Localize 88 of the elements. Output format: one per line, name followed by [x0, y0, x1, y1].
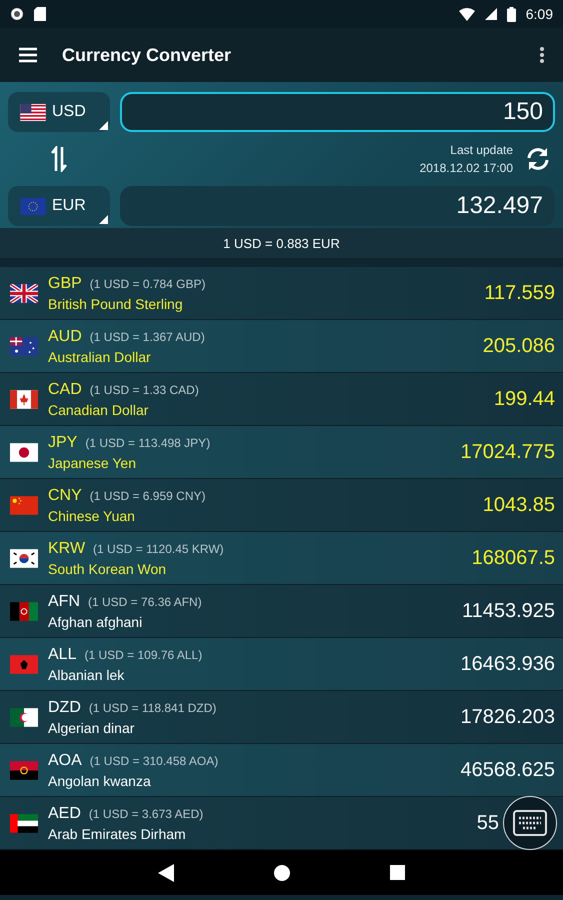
circle-icon — [10, 7, 24, 21]
home-icon[interactable] — [274, 864, 290, 880]
exchange-rate: 1 USD = 0.883 EUR — [0, 228, 563, 258]
currency-name: Australian Dollar — [48, 348, 152, 364]
last-update-time: 2018.12.02 17:00 — [420, 161, 513, 175]
currency-name: South Korean Won — [48, 560, 168, 576]
converted-amount: 17024.775 — [460, 440, 555, 464]
currency-code: CNY — [48, 486, 82, 504]
currency-row[interactable]: KRW (1 USD = 1120.45 KRW) South Korean Won 168067.5 — [0, 532, 563, 585]
flag-icon — [10, 602, 38, 620]
back-icon[interactable] — [158, 864, 174, 882]
flag-icon — [10, 548, 38, 568]
flag-icon — [10, 814, 38, 832]
dropdown-corner-icon — [99, 215, 108, 224]
converted-amount: 199.44 — [494, 388, 555, 410]
converted-amount: 55 — [476, 812, 499, 834]
battery-icon — [506, 6, 516, 22]
currency-row[interactable]: GBP (1 USD = 0.784 GBP) British Pound Sterling 117.559 — [0, 267, 563, 320]
currency-row[interactable]: AED (1 USD = 3.673 AED) Arab Emirates Dirham 55 — [0, 797, 563, 850]
signal-icon — [484, 8, 497, 20]
currency-selector[interactable]: USD — [8, 92, 110, 132]
flag-icon — [10, 390, 38, 408]
currency-name: Arab Emirates Dirham — [48, 826, 187, 842]
unit-rate: (1 USD = 1.33 CAD) — [90, 382, 199, 396]
currency-name: Afghan afghani — [48, 614, 144, 630]
unit-rate: (1 USD = 1120.45 KRW) — [93, 542, 224, 556]
amount-field[interactable]: 150 — [120, 92, 555, 132]
flag-icon — [10, 496, 38, 514]
currency-row[interactable]: AFN (1 USD = 76.36 AFN) Afghan afghani 11453.925 — [0, 585, 563, 638]
last-update-label: Last update — [450, 143, 513, 157]
currency-name: Albanian lek — [48, 666, 126, 682]
flag-icon — [10, 760, 38, 780]
flag-icon — [10, 284, 38, 302]
unit-rate: (1 USD = 3.673 AED) — [88, 806, 204, 820]
keyboard-button[interactable] — [503, 796, 557, 850]
converted-amount: 205.086 — [482, 334, 555, 358]
currency-code: KRW — [48, 540, 86, 558]
keyboard-icon — [513, 810, 547, 836]
converted-amount: 168067.5 — [472, 546, 555, 570]
flag-icon — [10, 654, 38, 674]
flag-icon — [20, 104, 46, 120]
unit-rate: (1 USD = 109.76 ALL) — [84, 648, 202, 662]
unit-rate: (1 USD = 118.841 DZD) — [88, 700, 216, 714]
currency-name: Algerian dinar — [48, 720, 136, 736]
currency-row[interactable]: DZD (1 USD = 118.841 DZD) Algerian dinar 17826.203 — [0, 691, 563, 744]
currency-code: AED — [48, 804, 81, 822]
flag-icon — [10, 708, 38, 726]
currency-code: CAD — [48, 380, 82, 398]
currency-code: ALL — [48, 646, 76, 664]
currency-name: Japanese Yen — [48, 454, 137, 470]
currency-name: Angolan kwanza — [48, 772, 152, 788]
unit-rate: (1 USD = 310.458 AOA) — [90, 754, 218, 768]
unit-rate: (1 USD = 113.498 JPY) — [85, 436, 210, 450]
flag-icon — [20, 198, 46, 214]
converted-amount: 117.559 — [484, 282, 555, 304]
amount-field[interactable]: 132.497 — [120, 186, 555, 226]
currency-code: JPY — [48, 434, 78, 452]
unit-rate: (1 USD = 0.784 GBP) — [90, 276, 206, 290]
unit-rate: (1 USD = 76.36 AFN) — [88, 594, 202, 608]
currency-name: British Pound Sterling — [48, 296, 184, 312]
flag-icon — [10, 442, 38, 462]
currency-selector[interactable]: EUR — [8, 186, 110, 226]
currency-code: AFN — [48, 592, 80, 610]
currency-row[interactable]: CAD (1 USD = 1.33 CAD) Canadian Dollar 199.44 — [0, 373, 563, 426]
currency-code: AOA — [48, 752, 82, 770]
currency-row[interactable]: AUD (1 USD = 1.367 AUD) Australian Dollar 205.086 — [0, 320, 563, 373]
dropdown-corner-icon — [99, 121, 108, 130]
sd-card-icon — [34, 7, 46, 21]
wifi-icon — [458, 8, 475, 20]
currency-row[interactable]: JPY (1 USD = 113.498 JPY) Japanese Yen 17024.775 — [0, 426, 563, 479]
currency-code: AUD — [48, 328, 82, 346]
currency-name: Canadian Dollar — [48, 402, 150, 418]
converted-amount: 17826.203 — [460, 706, 555, 728]
currency-name: Chinese Yuan — [48, 508, 136, 524]
converted-amount: 11453.925 — [462, 600, 555, 622]
clock: 6:09 — [526, 6, 553, 22]
unit-rate: (1 USD = 6.959 CNY) — [90, 488, 206, 502]
converted-amount: 16463.936 — [460, 652, 555, 676]
converted-amount: 46568.625 — [460, 758, 555, 782]
currency-row[interactable]: AOA (1 USD = 310.458 AOA) Angolan kwanza 46568.625 — [0, 744, 563, 797]
flag-icon — [10, 336, 38, 356]
converted-amount: 1043.85 — [482, 494, 555, 516]
currency-code: DZD — [48, 698, 81, 716]
unit-rate: (1 USD = 1.367 AUD) — [90, 330, 205, 344]
currency-row[interactable]: CNY (1 USD = 6.959 CNY) Chinese Yuan 1043.85 — [0, 479, 563, 532]
currency-row[interactable]: ALL (1 USD = 109.76 ALL) Albanian lek 16463.936 — [0, 638, 563, 691]
app-title: Currency Converter — [62, 44, 232, 66]
currency-code: GBP — [48, 274, 82, 292]
